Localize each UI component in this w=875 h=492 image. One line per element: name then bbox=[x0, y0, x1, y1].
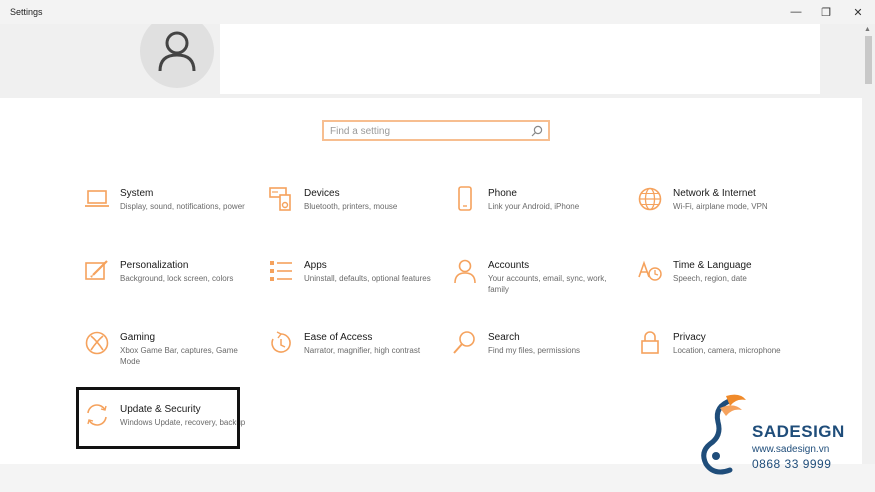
search-icon bbox=[453, 331, 475, 354]
apps-list-icon bbox=[270, 261, 292, 281]
tile-description: Uninstall, defaults, optional features bbox=[304, 274, 431, 283]
tile-title: Phone bbox=[488, 188, 517, 199]
tile-accounts[interactable]: Accounts Your accounts, email, sync, wor… bbox=[452, 258, 632, 314]
user-icon bbox=[158, 31, 196, 72]
tile-search[interactable]: Search Find my files, permissions bbox=[452, 330, 632, 386]
tile-title: Time & Language bbox=[673, 260, 752, 271]
scrollbar-thumb[interactable] bbox=[865, 36, 872, 84]
sadesign-watermark: SADESIGN www.sadesign.vn 0868 33 9999 bbox=[692, 392, 872, 482]
tile-description: Location, camera, microphone bbox=[673, 346, 781, 355]
tile-phone[interactable]: Phone Link your Android, iPhone bbox=[452, 186, 632, 242]
tile-description: Wi-Fi, airplane mode, VPN bbox=[673, 202, 768, 211]
globe-icon bbox=[638, 187, 662, 211]
sadesign-logo-icon bbox=[701, 394, 746, 475]
time-language-icon bbox=[638, 260, 662, 281]
close-button[interactable]: ✕ bbox=[844, 3, 872, 21]
watermark-brand: SADESIGN bbox=[752, 422, 845, 441]
tile-privacy[interactable]: Privacy Location, camera, microphone bbox=[637, 330, 817, 386]
scroll-up-icon[interactable]: ▲ bbox=[864, 26, 871, 33]
minimize-button[interactable]: — bbox=[782, 3, 810, 21]
lock-icon bbox=[641, 331, 659, 354]
tile-description: Your accounts, email, sync, work, family bbox=[488, 274, 607, 294]
tile-description: Display, sound, notifications, power bbox=[120, 202, 245, 211]
tile-network-internet[interactable]: Network & Internet Wi-Fi, airplane mode,… bbox=[637, 186, 817, 242]
xbox-icon bbox=[85, 331, 109, 355]
tile-title: Devices bbox=[304, 188, 340, 199]
tile-description: Link your Android, iPhone bbox=[488, 202, 580, 211]
user-avatar[interactable] bbox=[140, 14, 214, 88]
search-box[interactable] bbox=[322, 120, 550, 141]
phone-icon bbox=[458, 186, 472, 211]
watermark-url: www.sadesign.vn bbox=[752, 444, 830, 455]
tile-title: Privacy bbox=[673, 332, 706, 343]
tile-title: System bbox=[120, 188, 154, 199]
tile-title: Personalization bbox=[120, 260, 189, 271]
search-input[interactable] bbox=[330, 123, 526, 139]
paint-icon bbox=[85, 260, 108, 280]
tile-description: Background, lock screen, colors bbox=[120, 274, 234, 283]
tile-description: Xbox Game Bar, captures, Game Mode bbox=[120, 346, 238, 366]
tile-ease-of-access[interactable]: Ease of Access Narrator, magnifier, high… bbox=[268, 330, 448, 386]
keyboard-speaker-icon bbox=[269, 187, 291, 211]
tile-gaming[interactable]: Gaming Xbox Game Bar, captures, Game Mod… bbox=[84, 330, 264, 386]
title-bar: Settings — ❐ ✕ bbox=[0, 0, 875, 24]
tile-devices[interactable]: Devices Bluetooth, printers, mouse bbox=[268, 186, 448, 242]
tile-apps[interactable]: Apps Uninstall, defaults, optional featu… bbox=[268, 258, 448, 314]
search-icon[interactable] bbox=[531, 125, 543, 137]
watermark-phone: 0868 33 9999 bbox=[752, 457, 832, 471]
tile-title: Gaming bbox=[120, 332, 156, 343]
tile-description: Bluetooth, printers, mouse bbox=[304, 202, 398, 211]
laptop-icon bbox=[85, 190, 109, 207]
tile-title: Ease of Access bbox=[304, 332, 373, 343]
tile-description: Find my files, permissions bbox=[488, 346, 581, 355]
tile-time-language[interactable]: Time & Language Speech, region, date bbox=[637, 258, 817, 314]
window-title: Settings bbox=[10, 7, 43, 17]
tile-description: Speech, region, date bbox=[673, 274, 747, 283]
tile-title: Search bbox=[488, 332, 520, 343]
ease-of-access-icon bbox=[271, 331, 291, 353]
tile-title: Network & Internet bbox=[673, 188, 756, 199]
person-icon bbox=[454, 259, 476, 284]
tile-title: Apps bbox=[304, 260, 327, 271]
tile-title: Accounts bbox=[488, 260, 530, 271]
maximize-button[interactable]: ❐ bbox=[812, 3, 840, 21]
account-info-panel bbox=[220, 16, 820, 94]
highlight-frame bbox=[76, 387, 240, 449]
tile-system[interactable]: System Display, sound, notifications, po… bbox=[84, 186, 264, 242]
tile-description: Narrator, magnifier, high contrast bbox=[304, 346, 421, 355]
tile-personalization[interactable]: Personalization Background, lock screen,… bbox=[84, 258, 264, 314]
